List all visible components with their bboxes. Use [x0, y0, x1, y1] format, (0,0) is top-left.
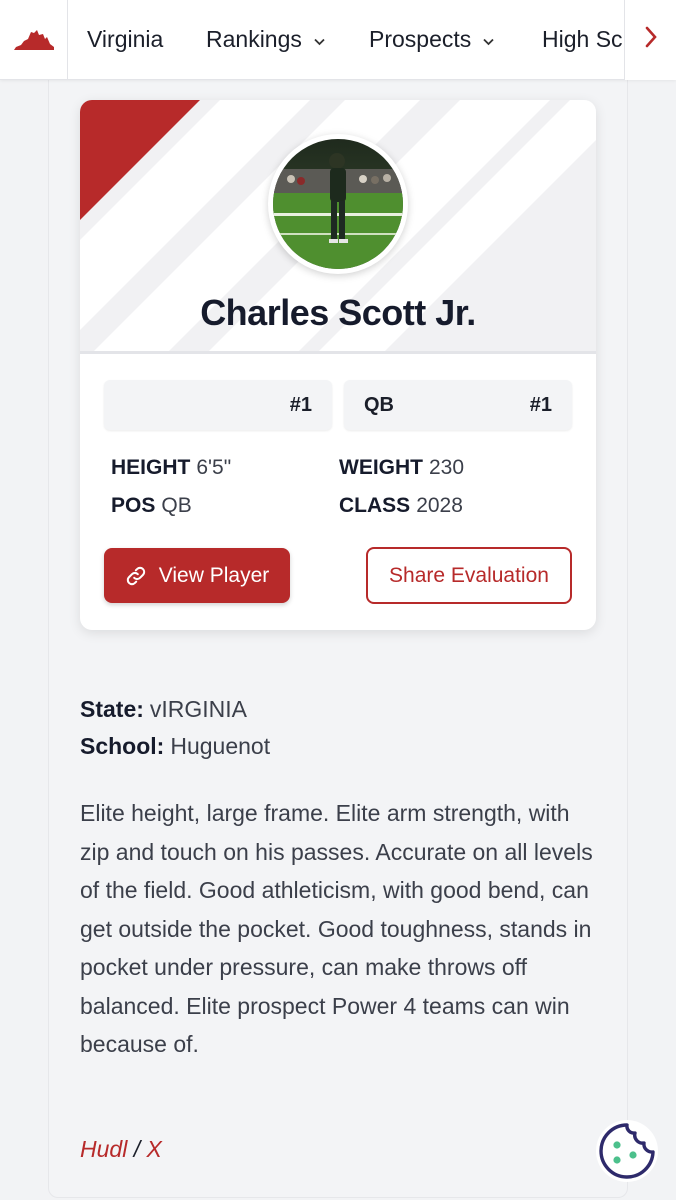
stat-position: POS QB: [111, 494, 192, 518]
stat-value: QB: [161, 494, 192, 517]
stat-label: WEIGHT: [339, 456, 423, 479]
nav-item-virginia[interactable]: Virginia: [87, 0, 163, 80]
evaluation-text: Elite height, large frame. Elite arm str…: [80, 800, 593, 1057]
view-player-label: View Player: [158, 563, 270, 587]
player-name: Charles Scott Jr.: [200, 292, 476, 333]
stat-class: CLASS 2028: [339, 494, 463, 518]
stat-value: 230: [429, 456, 465, 479]
hudl-link[interactable]: Hudl: [80, 1136, 127, 1162]
nav-item-rankings[interactable]: Rankings: [206, 0, 325, 80]
nav-item-label: High Sc: [542, 26, 623, 52]
chevron-down-icon: [314, 33, 325, 49]
state-value: vIRGINIA: [149, 696, 248, 722]
player-card-header: Charles Scott Jr.: [80, 100, 596, 354]
stat-value: 2028: [416, 494, 463, 517]
stat-label: HEIGHT: [111, 456, 191, 479]
stat-value: 6'5": [196, 456, 232, 479]
nav-item-prospects[interactable]: Prospects: [369, 0, 494, 80]
stat-label: POS: [111, 494, 156, 517]
position-rank-box: QB #1: [344, 380, 572, 430]
stat-weight: WEIGHT 230: [339, 456, 464, 480]
stat-height: HEIGHT 6'5": [111, 456, 231, 480]
social-links: Hudl / X: [80, 1136, 162, 1163]
cookie-icon[interactable]: [595, 1119, 659, 1183]
state-label: State:: [80, 696, 144, 722]
stat-label: CLASS: [339, 494, 411, 517]
state-line: State: vIRGINIA: [80, 696, 247, 723]
nav-item-high-school[interactable]: High Sc: [542, 0, 623, 80]
overall-rank-value: #1: [289, 393, 312, 416]
x-link[interactable]: X: [146, 1136, 161, 1162]
nav-item-label: Virginia: [87, 26, 164, 52]
chevron-down-icon: [483, 33, 494, 49]
school-label: School:: [80, 733, 165, 759]
chevron-right-icon: [644, 26, 658, 53]
view-player-button[interactable]: View Player: [104, 548, 290, 603]
overall-rank-box: #1: [104, 380, 332, 430]
share-evaluation-button[interactable]: Share Evaluation: [366, 547, 572, 604]
player-card: Charles Scott Jr. #1 QB #1 HEIGHT 6'5" WE…: [80, 100, 596, 630]
school-value: Huguenot: [170, 733, 271, 759]
nav-item-label: Prospects: [369, 26, 472, 52]
nav-scroll-right-button[interactable]: [624, 0, 676, 80]
school-line: School: Huguenot: [80, 733, 270, 760]
nav-item-label: Rankings: [206, 26, 302, 52]
nav-links: Virginia Rankings Prospects High Sc: [68, 0, 624, 80]
share-evaluation-label: Share Evaluation: [389, 563, 549, 587]
virginia-state-icon[interactable]: [0, 0, 68, 80]
top-navigation: Virginia Rankings Prospects High Sc: [0, 0, 676, 80]
link-icon: [125, 565, 147, 587]
player-photo: [268, 134, 408, 274]
link-separator: /: [133, 1136, 141, 1162]
position-rank-label: QB: [364, 393, 394, 416]
position-rank-value: #1: [529, 393, 552, 416]
